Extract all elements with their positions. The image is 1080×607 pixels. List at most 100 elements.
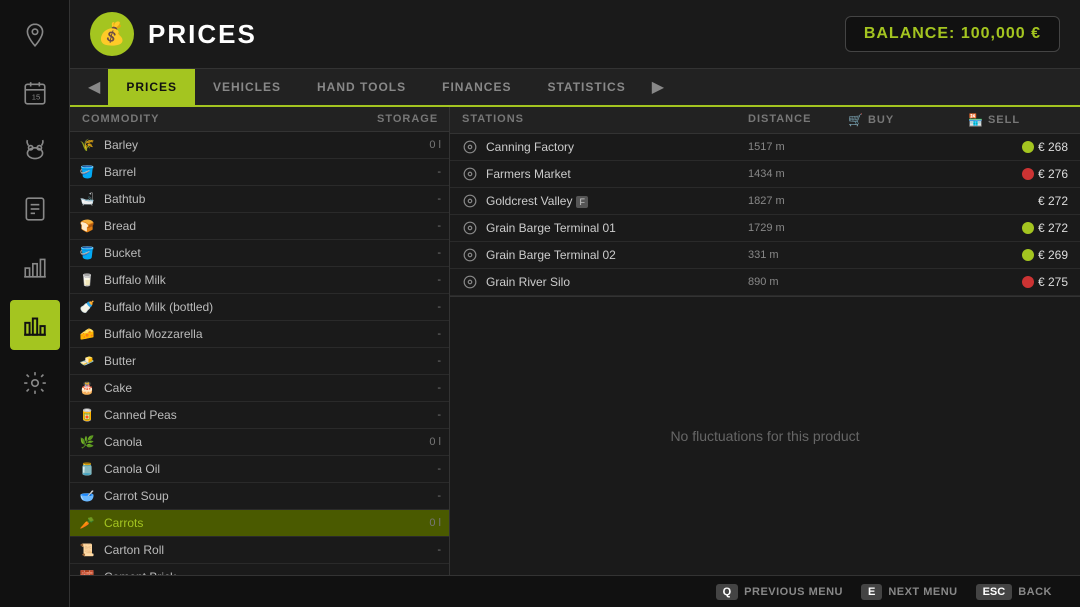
station-distance: 1827 m — [748, 195, 848, 207]
sidebar-item-production[interactable] — [10, 242, 60, 292]
station-row[interactable]: Goldcrest ValleyF1827 m € 272 — [450, 188, 1080, 215]
tab-vehicles[interactable]: VEHICLES — [195, 69, 299, 107]
back-label[interactable]: BACK — [1018, 586, 1052, 598]
main-content: 💰 PRICES BALANCE: 100,000 € ◀ PRICES VEH… — [70, 0, 1080, 607]
sidebar-item-statistics[interactable] — [10, 300, 60, 350]
stations-panel: STATIONS DISTANCE 🛒 BUY 🏪 SELL Canning F… — [450, 107, 1080, 297]
sidebar-item-map[interactable] — [10, 10, 60, 60]
commodity-row[interactable]: 📜Carton Roll- — [70, 537, 449, 564]
commodity-row[interactable]: 🌿Canola0 l — [70, 429, 449, 456]
station-sell: € 272 — [968, 221, 1068, 235]
station-distance: 1517 m — [748, 141, 848, 153]
station-row[interactable]: Grain River Silo890 m€ 275 — [450, 269, 1080, 296]
commodity-row[interactable]: 🫙Canola Oil- — [70, 456, 449, 483]
sell-price-value: € 276 — [1038, 167, 1068, 181]
commodity-row[interactable]: 🪣Barrel- — [70, 159, 449, 186]
commodity-storage: - — [381, 247, 441, 259]
station-icon — [462, 220, 478, 236]
sell-price-value: € 269 — [1038, 248, 1068, 262]
content-area: COMMODITY STORAGE 🌾Barley0 l🪣Barrel-🛁Bat… — [70, 107, 1080, 575]
station-sell: € 272 — [968, 194, 1068, 208]
tab-statistics[interactable]: STATISTICS — [529, 69, 643, 107]
commodity-row[interactable]: 🧀Buffalo Mozzarella- — [70, 321, 449, 348]
tab-prev-arrow[interactable]: ◀ — [80, 77, 108, 97]
commodity-name: Butter — [104, 354, 381, 368]
sidebar-item-calendar[interactable]: 15 — [10, 68, 60, 118]
commodity-row[interactable]: 🥕Carrots0 l — [70, 510, 449, 537]
station-sell: € 268 — [968, 140, 1068, 154]
balance-display: BALANCE: 100,000 € — [845, 16, 1060, 52]
commodity-row[interactable]: 🍞Bread- — [70, 213, 449, 240]
commodity-col-storage: STORAGE — [377, 113, 437, 125]
commodity-icon: 🌾 — [78, 136, 96, 154]
fluctuation-message: No fluctuations for this product — [670, 428, 859, 444]
commodity-storage: - — [381, 301, 441, 313]
station-distance: 1729 m — [748, 222, 848, 234]
commodity-icon: 🧀 — [78, 325, 96, 343]
station-sell: € 276 — [968, 167, 1068, 181]
station-icon — [462, 139, 478, 155]
commodity-icon: 🥕 — [78, 514, 96, 532]
commodity-icon: 📜 — [78, 541, 96, 559]
col-stations: STATIONS — [462, 113, 748, 127]
commodity-row[interactable]: 🪣Bucket- — [70, 240, 449, 267]
commodity-storage: - — [381, 166, 441, 178]
fluctuation-area: No fluctuations for this product — [450, 297, 1080, 575]
sell-price-value: € 272 — [1038, 194, 1068, 208]
sidebar-item-animals[interactable] — [10, 126, 60, 176]
commodity-icon: 🛁 — [78, 190, 96, 208]
commodity-icon: 🧱 — [78, 568, 96, 575]
commodity-row[interactable]: 🥛Buffalo Milk- — [70, 267, 449, 294]
commodity-icon: 🥫 — [78, 406, 96, 424]
header-left: 💰 PRICES — [90, 12, 257, 56]
station-icon — [462, 274, 478, 290]
station-name: Grain Barge Terminal 01 — [486, 221, 748, 235]
commodity-icon: 🥛 — [78, 271, 96, 289]
commodity-storage: - — [381, 463, 441, 475]
station-distance: 331 m — [748, 249, 848, 261]
commodity-row[interactable]: 🧱Cement Brick- — [70, 564, 449, 575]
station-name: Farmers Market — [486, 167, 748, 181]
price-up-indicator — [1022, 141, 1034, 153]
next-menu-label[interactable]: NEXT MENU — [888, 586, 957, 598]
sidebar-item-contracts[interactable] — [10, 184, 60, 234]
tab-finances[interactable]: FINANCES — [424, 69, 529, 107]
commodity-icon: 🥣 — [78, 487, 96, 505]
commodity-row[interactable]: 🛁Bathtub- — [70, 186, 449, 213]
commodity-name: Cake — [104, 381, 381, 395]
commodity-row[interactable]: 🎂Cake- — [70, 375, 449, 402]
commodity-row[interactable]: 🧈Butter- — [70, 348, 449, 375]
sidebar-item-settings[interactable] — [10, 358, 60, 408]
station-row[interactable]: Grain Barge Terminal 02331 m € 269 — [450, 242, 1080, 269]
q-key: Q — [716, 584, 739, 600]
station-distance: 890 m — [748, 276, 848, 288]
commodity-row[interactable]: 🥣Carrot Soup- — [70, 483, 449, 510]
prev-menu-label[interactable]: PREVIOUS MENU — [744, 586, 843, 598]
station-row[interactable]: Farmers Market1434 m€ 276 — [450, 161, 1080, 188]
tab-hand-tools[interactable]: HAND TOOLS — [299, 69, 424, 107]
station-icon — [462, 166, 478, 182]
sell-price-value: € 272 — [1038, 221, 1068, 235]
commodity-icon: 🪣 — [78, 163, 96, 181]
commodity-name: Bathtub — [104, 192, 381, 206]
station-row[interactable]: Grain Barge Terminal 011729 m € 272 — [450, 215, 1080, 242]
station-row[interactable]: Canning Factory1517 m€ 268 — [450, 134, 1080, 161]
tab-prices[interactable]: PRICES — [108, 69, 195, 107]
station-name: Grain Barge Terminal 02 — [486, 248, 748, 262]
commodity-storage: 0 l — [381, 517, 441, 529]
e-key: E — [861, 584, 882, 600]
balance-label: BALANCE: — [864, 25, 956, 42]
price-up-indicator — [1022, 249, 1034, 261]
station-sell: € 269 — [968, 248, 1068, 262]
col-sell: 🏪 SELL — [968, 113, 1068, 127]
commodity-row[interactable]: 🍼Buffalo Milk (bottled)- — [70, 294, 449, 321]
station-name: Goldcrest ValleyF — [486, 194, 748, 208]
tab-next-arrow[interactable]: ▶ — [644, 77, 672, 97]
commodity-storage: - — [381, 409, 441, 421]
commodity-storage: 0 l — [381, 436, 441, 448]
commodity-icon: 🍼 — [78, 298, 96, 316]
commodity-icon: 🎂 — [78, 379, 96, 397]
price-down-indicator — [1022, 168, 1034, 180]
commodity-row[interactable]: 🌾Barley0 l — [70, 132, 449, 159]
commodity-row[interactable]: 🥫Canned Peas- — [70, 402, 449, 429]
